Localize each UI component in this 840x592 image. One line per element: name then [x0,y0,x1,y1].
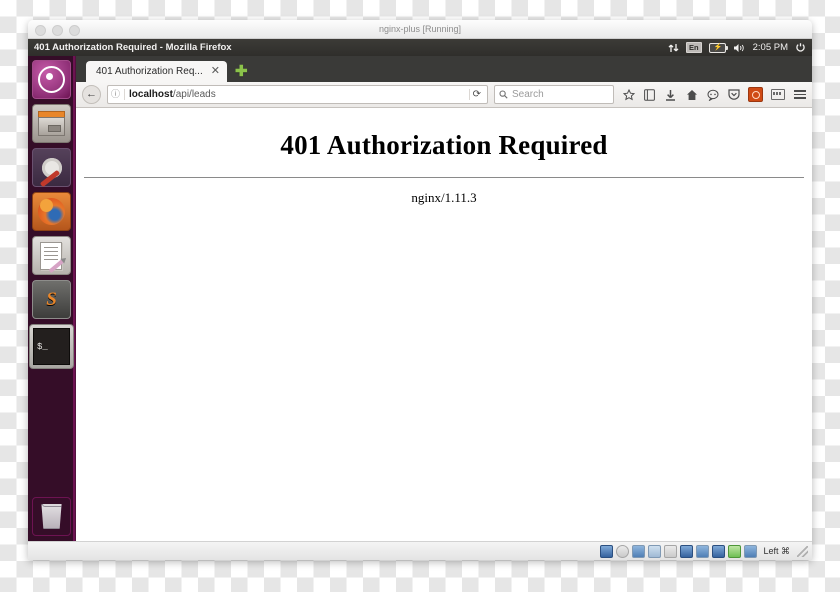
files-icon [38,117,65,136]
browser-toolbar-icons [620,87,806,102]
page-content: 401 Authorization Required nginx/1.11.3 [76,108,812,541]
launcher-item-files[interactable] [32,104,71,143]
close-icon[interactable]: ✕ [211,66,220,77]
reload-button[interactable]: ⟳ [468,89,484,100]
network-icon[interactable] [664,544,678,558]
volume-icon[interactable] [733,43,746,53]
divider [84,177,804,178]
virtualbox-status-bar: Left ⌘ [28,541,812,560]
keyboard-layout-indicator[interactable]: En [686,42,702,53]
launcher-item-trash[interactable] [32,497,71,536]
vm-title: nginx-plus [Running] [378,24,462,34]
ubuntu-desktop: 401 Authorization Required - Mozilla Fir… [28,39,812,541]
address-bar[interactable]: ⓘ localhost/api/leads ⟳ [107,85,488,104]
extension-orange-icon[interactable] [748,87,763,102]
network-up-down-icon[interactable] [668,43,679,53]
audio-icon[interactable] [648,544,662,558]
capture-icon[interactable] [744,544,758,558]
shared-folder-icon[interactable] [696,544,710,558]
sublime-s-icon: S [46,288,57,310]
webcam-icon[interactable] [728,544,742,558]
firefox-icon [38,198,65,225]
hamburger-menu-icon[interactable] [793,88,806,101]
active-window-title: 401 Authorization Required - Mozilla Fir… [34,42,232,53]
search-placeholder: Search [512,89,544,100]
server-signature: nginx/1.11.3 [411,190,477,205]
terminal-icon: $_ [33,328,70,365]
launcher-item-ubuntu-dash[interactable] [32,60,71,99]
launcher-item-firefox[interactable] [32,192,71,231]
usb-icon[interactable] [712,544,726,558]
back-button[interactable]: ← [82,85,101,104]
info-circle-icon[interactable]: ⓘ [111,89,126,100]
floppy-icon[interactable] [632,544,646,558]
search-bar[interactable]: Search [494,85,614,104]
search-icon [499,86,508,104]
close-button[interactable] [35,25,46,36]
page-title: 401 Authorization Required [280,130,608,160]
trash-lid-icon [41,504,62,507]
zoom-button[interactable] [69,25,80,36]
ubuntu-top-panel: 401 Authorization Required - Mozilla Fir… [28,39,812,56]
optical-disk-icon[interactable] [616,544,630,558]
unity-launcher: S $_ [28,56,76,541]
url-host: localhost [129,89,173,100]
firefox-tab-bar: 401 Authorization Req... ✕ ✚ [76,56,812,82]
browser-tab[interactable]: 401 Authorization Req... ✕ [86,61,227,82]
browser-tab-label: 401 Authorization Req... [96,66,203,77]
launcher-item-sublime-text[interactable]: S [32,280,71,319]
system-tray: En ⚡ 2:05 PM [668,42,812,53]
url-text: localhost/api/leads [129,89,465,100]
virtualbox-titlebar: nginx-plus [Running] [28,20,812,39]
home-icon[interactable] [685,88,698,101]
url-path: /api/leads [172,89,216,100]
downloads-icon[interactable] [664,88,677,101]
battery-charging-icon[interactable]: ⚡ [708,42,728,53]
desktop-body: S $_ 401 Authorization Req... ✕ ✚ ← ⓘ lo… [28,56,812,541]
resize-grip[interactable] [797,545,808,557]
launcher-item-system-settings[interactable] [32,148,71,188]
vm-screen: 401 Authorization Required - Mozilla Fir… [28,39,812,541]
library-icon[interactable] [643,88,656,101]
bookmark-star-icon[interactable] [622,88,635,101]
new-tab-button[interactable]: ✚ [235,64,248,79]
power-gear-icon[interactable] [795,42,806,53]
display-icon[interactable] [680,544,694,558]
trash-icon [41,504,62,529]
firefox-navigation-bar: ← ⓘ localhost/api/leads ⟳ Search [76,82,812,108]
clock[interactable]: 2:05 PM [753,42,788,53]
host-key-indicator: Left ⌘ [763,545,790,556]
minimize-button[interactable] [52,25,63,36]
hard-disk-icon[interactable] [600,544,614,558]
chat-icon[interactable] [706,88,719,101]
ubuntu-logo-icon [38,66,65,93]
launcher-item-terminal[interactable]: $_ [29,324,74,369]
window-controls[interactable] [35,25,80,36]
pocket-icon[interactable] [727,88,740,101]
cards-icon[interactable] [771,89,785,100]
virtualbox-window: nginx-plus [Running] 401 Authorization R… [28,20,812,560]
firefox-window: 401 Authorization Req... ✕ ✚ ← ⓘ localho… [76,56,812,541]
launcher-item-text-editor[interactable] [32,236,71,275]
